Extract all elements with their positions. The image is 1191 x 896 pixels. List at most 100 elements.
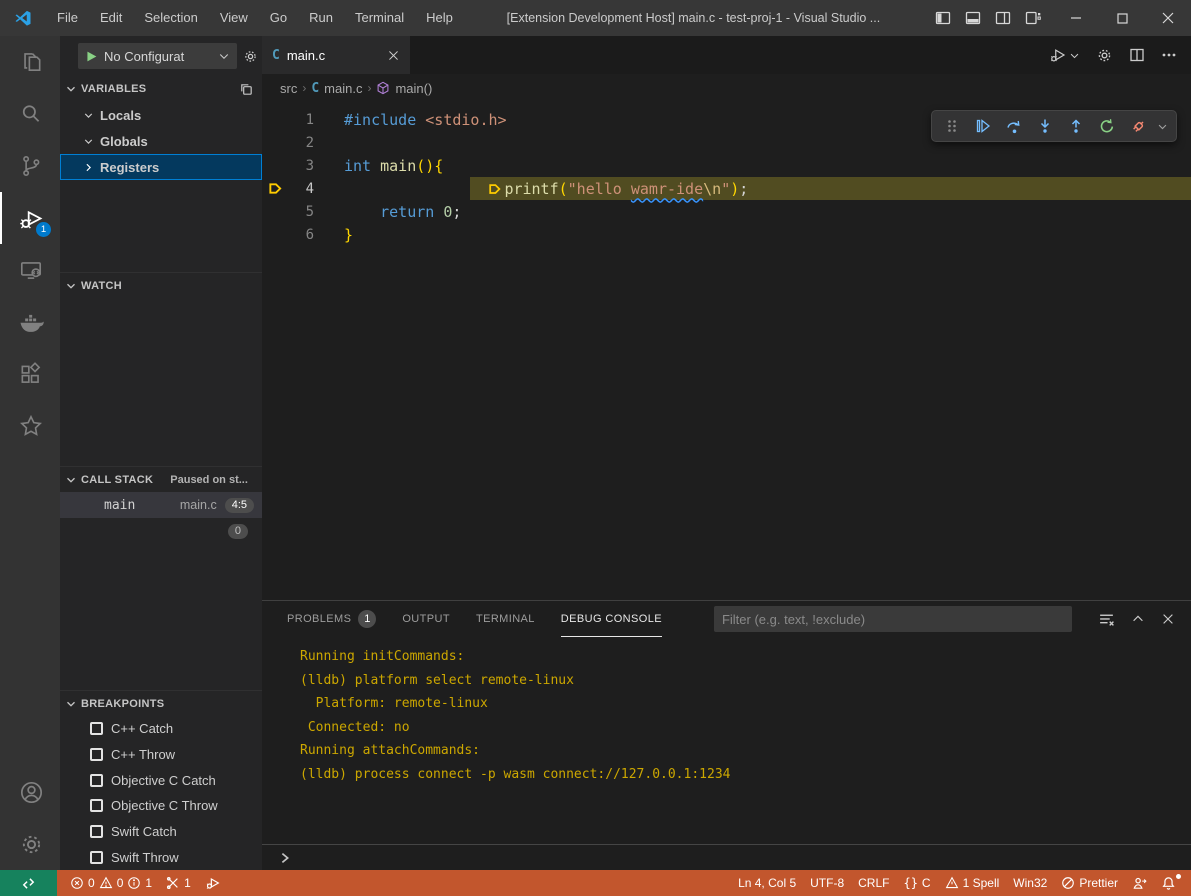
step-over-button[interactable] [1002,113,1026,139]
split-editor-icon[interactable] [1129,47,1145,63]
breadcrumbs[interactable]: src › C main.c › main() [262,74,1191,102]
toggle-panel-icon[interactable] [965,10,981,26]
variables-scope-globals[interactable]: Globals [60,128,262,154]
console-filter-input[interactable] [714,606,1072,632]
breadcrumb-symbol[interactable]: main() [395,81,432,96]
language-mode[interactable]: {} C [896,870,937,896]
line-number: 5 [288,204,314,220]
tab-terminal[interactable]: TERMINAL [476,601,535,637]
debug-configuration-picker[interactable]: No Configurat [78,43,237,69]
drag-grip-icon[interactable] [940,113,964,139]
spell-checker-status[interactable]: 1 Spell [938,870,1007,896]
menu-go[interactable]: Go [259,0,298,36]
slash-circle-icon [1061,876,1075,890]
menu-terminal[interactable]: Terminal [344,0,415,36]
menu-run[interactable]: Run [298,0,344,36]
run-and-debug-icon[interactable]: 1 [0,192,60,244]
clear-console-icon[interactable] [1098,611,1115,628]
debug-console-input[interactable] [262,844,1191,870]
breakpoint-swift-throw[interactable]: Swift Throw [60,844,262,870]
variables-scope-locals[interactable]: Locals [60,102,262,128]
breakpoint-objc-throw[interactable]: Objective C Throw [60,793,262,819]
warning-icon [99,876,113,890]
code-line[interactable]: 6 } [262,223,1191,246]
extensions-icon[interactable] [0,348,60,400]
call-stack-title: CALL STACK [81,474,153,486]
step-into-button[interactable] [1033,113,1057,139]
toggle-secondary-sidebar-icon[interactable] [995,10,1011,26]
code-line-current[interactable]: 4 printf("hello wamr-ide\n"); [262,177,1191,200]
cursor-position[interactable]: Ln 4, Col 5 [731,870,803,896]
checkbox[interactable] [90,851,103,864]
menu-help[interactable]: Help [415,0,464,36]
source-control-icon[interactable] [0,140,60,192]
customize-layout-icon[interactable] [1025,10,1041,26]
breakpoint-cpp-catch[interactable]: C++ Catch [60,716,262,742]
call-stack-section-header[interactable]: CALL STACK Paused on st... [60,466,262,492]
checkbox[interactable] [90,799,103,812]
accounts-icon[interactable] [0,766,60,818]
breadcrumb-file[interactable]: main.c [324,81,362,96]
settings-gear-icon[interactable] [0,818,60,870]
checkbox[interactable] [90,748,103,761]
eol-sequence[interactable]: CRLF [851,870,896,896]
breadcrumb-folder[interactable]: src [280,81,297,96]
maximize-button[interactable] [1099,0,1145,36]
run-or-debug-button[interactable] [1049,46,1080,64]
frame-position-badge: 4:5 [225,498,254,513]
breakpoints-section-header[interactable]: BREAKPOINTS [60,690,262,716]
chevron-down-icon[interactable] [1157,121,1168,132]
menu-selection[interactable]: Selection [133,0,208,36]
problems-status[interactable]: 0 0 1 [63,870,159,896]
menu-edit[interactable]: Edit [89,0,133,36]
tab-debug-console[interactable]: DEBUG CONSOLE [561,601,662,637]
close-panel-icon[interactable] [1161,612,1175,626]
debug-count-badge: 1 [35,221,52,238]
star-icon[interactable] [0,400,60,452]
checkbox[interactable] [90,774,103,787]
explorer-icon[interactable] [0,36,60,88]
tab-problems[interactable]: PROBLEMS 1 [287,601,376,637]
checkbox[interactable] [90,825,103,838]
remote-explorer-icon[interactable] [0,244,60,296]
watch-section-header[interactable]: WATCH [60,272,262,298]
menu-file[interactable]: File [46,0,89,36]
formatter-status[interactable]: Prettier [1054,870,1125,896]
search-icon[interactable] [0,88,60,140]
breakpoint-cpp-throw[interactable]: C++ Throw [60,742,262,768]
more-actions-icon[interactable] [1161,47,1177,63]
tools-status[interactable]: 1 [159,870,198,896]
menu-view[interactable]: View [209,0,259,36]
tab-main-c[interactable]: C main.c [262,36,410,74]
debug-gear-icon[interactable] [243,49,258,64]
variables-scope-registers[interactable]: Registers [60,154,262,180]
maximize-panel-icon[interactable] [1131,612,1145,626]
breakpoint-swift-catch[interactable]: Swift Catch [60,819,262,845]
close-window-button[interactable] [1145,0,1191,36]
stack-frame-row[interactable]: main main.c 4:5 [60,492,262,518]
current-frame-arrow-icon[interactable] [262,181,288,196]
copy-value-icon[interactable] [239,82,254,97]
encoding[interactable]: UTF-8 [803,870,851,896]
restart-button[interactable] [1095,113,1119,139]
notifications-bell-icon[interactable] [1154,870,1183,896]
start-debug-icon[interactable] [85,50,98,63]
toggle-sidebar-icon[interactable] [935,10,951,26]
code-editor[interactable]: 1 #include <stdio.h> 2 3 int main(){ [262,102,1191,600]
breakpoint-objc-catch[interactable]: Objective C Catch [60,767,262,793]
inline-frame-arrow-icon [488,182,502,196]
debug-status-icon[interactable] [198,870,228,896]
feedback-icon[interactable] [1125,870,1154,896]
editor-gear-icon[interactable] [1096,47,1113,64]
tab-output[interactable]: OUTPUT [402,601,450,637]
step-out-button[interactable] [1064,113,1088,139]
close-tab-icon[interactable] [387,49,400,62]
minimize-button[interactable] [1053,0,1099,36]
continue-button[interactable] [971,113,995,139]
disconnect-button[interactable] [1126,113,1150,139]
variables-section-header[interactable]: VARIABLES [60,76,262,102]
remote-indicator[interactable] [0,870,57,896]
checkbox[interactable] [90,722,103,735]
platform-target[interactable]: Win32 [1006,870,1054,896]
docker-icon[interactable] [0,296,60,348]
